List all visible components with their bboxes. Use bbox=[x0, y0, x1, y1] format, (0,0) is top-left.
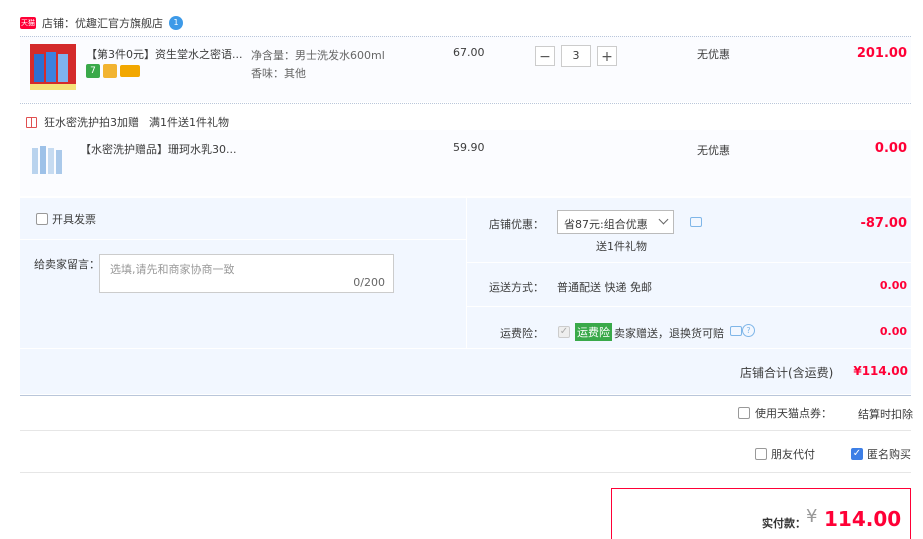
pay-label: 实付款： bbox=[762, 517, 806, 530]
promo-name: 狂水密洗护拍3加赠 bbox=[44, 116, 139, 129]
guarantee-icon[interactable] bbox=[103, 64, 117, 78]
section-divider bbox=[20, 430, 911, 431]
shop-header: 天猫 店铺：优趣汇官方旗舰店 1 bbox=[20, 14, 183, 32]
seven-day-return-icon[interactable]: 7 bbox=[86, 64, 100, 78]
product-spec-volume: 净含量：男士洗发水600ml bbox=[251, 49, 385, 62]
summary-divider bbox=[467, 306, 911, 307]
gift-subtotal: 0.00 bbox=[874, 141, 907, 156]
card-icon[interactable] bbox=[120, 65, 140, 77]
gift-title-link[interactable]: 【水密洗护赠品】珊珂水乳30... bbox=[80, 141, 237, 157]
tmall-icon: 天猫 bbox=[20, 17, 36, 29]
message-textarea[interactable]: 选填,请先和商家协商一致 0/200 bbox=[99, 254, 394, 293]
message-counter: 0/200 bbox=[353, 276, 385, 289]
shop-total-label: 店铺合计(含运费) bbox=[740, 366, 834, 380]
service-icons: 7 bbox=[86, 64, 140, 78]
gift-thumbnail[interactable] bbox=[32, 142, 64, 174]
invoice-checkbox[interactable] bbox=[36, 213, 48, 225]
section-divider bbox=[20, 395, 911, 396]
insurance-label: 运费险： bbox=[500, 327, 544, 340]
anonymous-checkbox[interactable]: ✓ bbox=[851, 448, 863, 460]
gift-item-row bbox=[20, 130, 911, 196]
message-placeholder: 选填,请先和商家协商一致 bbox=[110, 263, 235, 276]
shop-discount-select[interactable]: 省87元:组合优惠 bbox=[557, 210, 674, 234]
product-thumbnail[interactable] bbox=[30, 44, 76, 90]
pay-amount: 114.00 bbox=[824, 507, 902, 531]
anonymous-label: 匿名购买 bbox=[867, 448, 911, 461]
friend-pay-option[interactable]: 朋友代付 bbox=[755, 446, 815, 462]
row-divider bbox=[20, 103, 911, 104]
friend-pay-checkbox[interactable] bbox=[755, 448, 767, 460]
chat-icon[interactable]: 1 bbox=[169, 16, 183, 30]
unit-price: 67.00 bbox=[453, 46, 485, 59]
points-label: 使用天猫点券： bbox=[755, 407, 832, 420]
points-checkbox[interactable] bbox=[738, 407, 750, 419]
pay-currency: ¥ bbox=[806, 506, 818, 527]
points-option[interactable]: 使用天猫点券： bbox=[738, 405, 832, 421]
row-divider bbox=[20, 36, 911, 37]
anonymous-option[interactable]: ✓ 匿名购买 bbox=[851, 446, 911, 462]
summary-divider bbox=[466, 198, 467, 348]
promo-line: 狂水密洗护拍3加赠 满1件送1件礼物 bbox=[26, 114, 229, 130]
quantity-decrease-button[interactable]: − bbox=[535, 46, 555, 66]
shipping-amount: 0.00 bbox=[879, 279, 907, 292]
insurance-desc: 卖家赠送，退换货可赔 bbox=[614, 327, 724, 340]
quantity-increase-button[interactable]: + bbox=[597, 46, 617, 66]
invoice-label: 开具发票 bbox=[52, 213, 96, 226]
section-divider bbox=[20, 472, 911, 473]
product-title-link[interactable]: 【第3件0元】资生堂水之密语... bbox=[86, 46, 246, 62]
summary-divider bbox=[20, 239, 466, 240]
points-note: 结算时扣除 bbox=[858, 408, 913, 421]
summary-divider bbox=[467, 262, 911, 263]
shop-name-link[interactable]: 店铺：优趣汇官方旗舰店 bbox=[42, 15, 163, 31]
shop-discount-value: 省87元:组合优惠 bbox=[564, 218, 648, 231]
comment-icon[interactable] bbox=[730, 326, 742, 336]
item-subtotal: 201.00 bbox=[856, 46, 907, 61]
shop-total-amount: ¥114.00 bbox=[853, 364, 908, 378]
product-spec-scent: 香味：其他 bbox=[251, 67, 306, 80]
pay-summary-box: 实付款： ¥ 114.00 bbox=[611, 488, 911, 539]
insurance-amount: 0.00 bbox=[879, 325, 907, 338]
insurance-checkbox: ✓ bbox=[558, 326, 570, 338]
quantity-input[interactable]: 3 bbox=[561, 45, 591, 67]
friend-pay-label: 朋友代付 bbox=[771, 448, 815, 461]
shipping-label: 运送方式： bbox=[489, 281, 544, 294]
insurance-badge: 运费险 bbox=[575, 323, 612, 341]
item-discount: 无优惠 bbox=[697, 48, 730, 61]
message-label: 给卖家留言： bbox=[34, 258, 100, 271]
invoice-option[interactable]: 开具发票 bbox=[36, 211, 96, 227]
help-icon[interactable]: ? bbox=[742, 324, 755, 337]
gift-icon bbox=[26, 116, 37, 128]
comment-icon[interactable] bbox=[690, 217, 702, 227]
promo-rule: 满1件送1件礼物 bbox=[149, 116, 229, 129]
summary-divider bbox=[20, 348, 911, 349]
shop-discount-label: 店铺优惠： bbox=[489, 218, 544, 231]
shipping-value: 普通配送 快递 免邮 bbox=[557, 281, 652, 294]
gift-unit-price: 59.90 bbox=[453, 141, 485, 154]
shop-discount-gift: 送1件礼物 bbox=[596, 240, 647, 253]
gift-discount: 无优惠 bbox=[697, 144, 730, 157]
shop-discount-amount: -87.00 bbox=[860, 216, 907, 231]
chevron-down-icon bbox=[658, 214, 669, 225]
